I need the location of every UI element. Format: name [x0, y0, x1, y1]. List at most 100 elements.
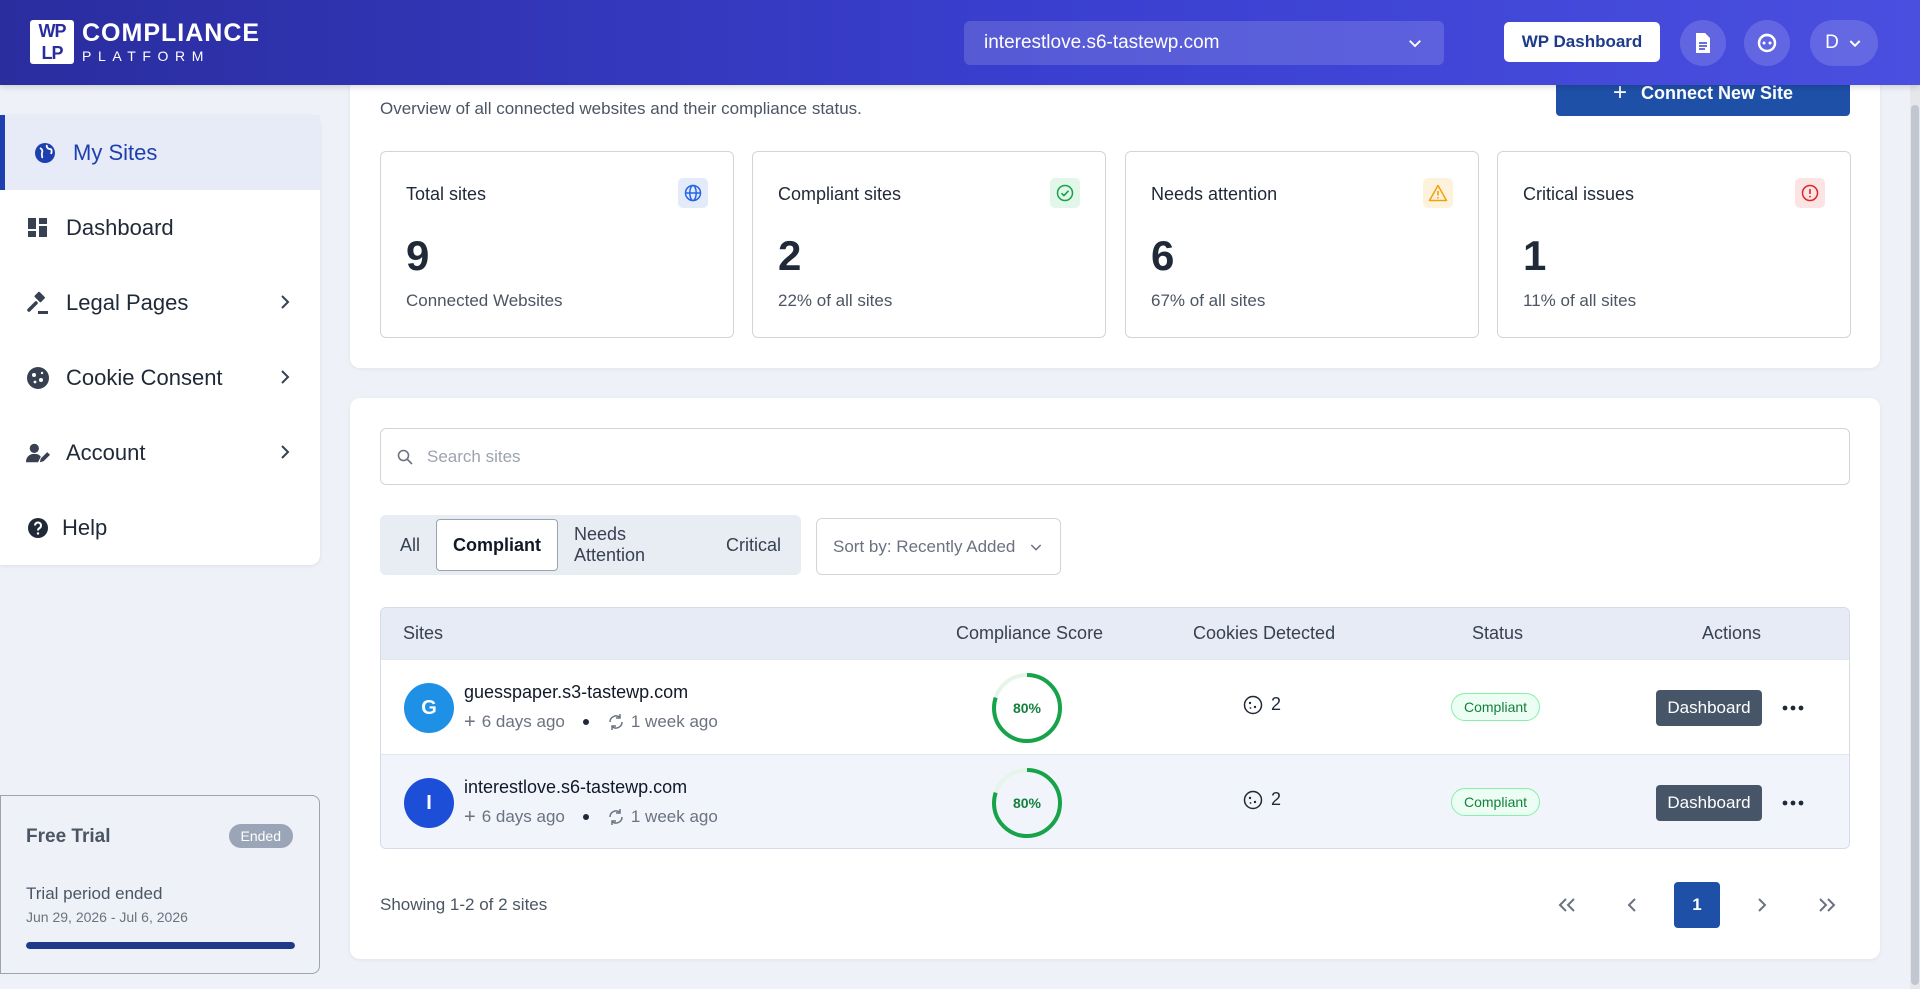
filter-tab-needs-attention[interactable]: Needs Attention	[558, 519, 710, 571]
logo-text: COMPLIANCE PLATFORM	[82, 19, 261, 64]
sidebar-item-cookie-consent[interactable]: Cookie Consent	[0, 340, 320, 415]
sync-icon	[609, 714, 623, 730]
last-page-button[interactable]	[1804, 882, 1850, 928]
more-options-button[interactable]	[1780, 696, 1806, 720]
stat-label: Total sites	[406, 184, 487, 204]
column-header-actions: Actions	[1702, 623, 1762, 643]
stat-label: Compliant sites	[778, 184, 902, 204]
site-synced: 1 week ago	[630, 712, 718, 731]
chevron-down-icon	[1409, 40, 1421, 48]
site-meta: + 6 days ago 1 week ago	[464, 712, 718, 732]
document-icon	[1696, 33, 1710, 53]
logo-mark-top: WP	[38, 21, 67, 41]
stat-value: 9	[406, 232, 430, 279]
search-icon	[397, 449, 413, 465]
sidebar-item-my-sites[interactable]: My Sites	[0, 115, 320, 190]
stat-note: 22% of all sites	[778, 291, 893, 310]
sidebar-item-label: My Sites	[73, 139, 158, 165]
support-icon	[1757, 33, 1777, 53]
pagination-summary: Showing 1-2 of 2 sites	[380, 895, 548, 914]
sidebar-item-account[interactable]: Account	[0, 415, 320, 490]
more-horizontal-icon	[1782, 800, 1804, 806]
score-label: 80%	[1013, 700, 1042, 716]
logo[interactable]: WP LP COMPLIANCE PLATFORM	[30, 20, 260, 64]
next-page-button[interactable]	[1739, 882, 1785, 928]
help-icon	[26, 516, 50, 540]
trial-progress-bar	[26, 942, 295, 949]
site-selector[interactable]: interestlove.s6-tastewp.com	[964, 21, 1444, 65]
stat-value: 6	[1151, 232, 1175, 279]
stat-card-total: Total sites 9 Connected Websites	[380, 151, 734, 338]
more-horizontal-icon	[1782, 705, 1804, 711]
plus-icon: +	[464, 806, 476, 828]
cookie-icon	[26, 366, 50, 390]
site-dashboard-button[interactable]: Dashboard	[1656, 785, 1762, 821]
trial-panel: Free Trial Ended Trial period ended Jun …	[0, 795, 320, 974]
column-header-cookies[interactable]: Cookies Detected	[1193, 623, 1335, 644]
sidebar: My Sites Dashboard Legal Pages Cookie Co…	[0, 115, 320, 565]
first-page-button[interactable]	[1544, 882, 1590, 928]
column-header-score[interactable]: Compliance Score	[956, 623, 1103, 644]
filter-tab-critical[interactable]: Critical	[710, 519, 797, 571]
site-name[interactable]: interestlove.s6-tastewp.com	[464, 777, 687, 798]
sidebar-item-label: Dashboard	[66, 214, 174, 240]
filter-tab-compliant[interactable]: Compliant	[436, 519, 559, 571]
alert-circle-icon	[1795, 178, 1825, 208]
search-input[interactable]	[427, 446, 1727, 467]
page-button-current[interactable]: 1	[1674, 882, 1720, 928]
document-button[interactable]	[1680, 20, 1726, 66]
gavel-icon	[26, 291, 50, 315]
sidebar-item-label: Cookie Consent	[66, 364, 223, 390]
user-menu[interactable]: D	[1810, 20, 1878, 66]
support-button[interactable]	[1744, 20, 1790, 66]
chevrons-left-icon	[1558, 898, 1575, 912]
site-name[interactable]: guesspaper.s3-tastewp.com	[464, 682, 688, 703]
trial-progress-fill	[26, 942, 295, 949]
cookie-count: 2	[1271, 694, 1282, 714]
chevron-down-icon	[1849, 40, 1861, 48]
cookie-icon	[1243, 790, 1263, 809]
site-avatar: I	[404, 778, 454, 828]
trial-dates: Jun 29, 2026 - Jul 6, 2026	[26, 909, 188, 925]
site-synced: 1 week ago	[630, 807, 718, 826]
stat-card-compliant: Compliant sites 2 22% of all sites	[752, 151, 1106, 338]
chevron-right-icon	[281, 445, 290, 459]
sidebar-item-legal-pages[interactable]: Legal Pages	[0, 265, 320, 340]
wp-dashboard-button[interactable]: WP Dashboard	[1504, 22, 1660, 62]
search-box	[380, 428, 1850, 485]
column-header-status[interactable]: Status	[1472, 623, 1523, 644]
filter-tab-all[interactable]: All	[384, 519, 436, 571]
column-header-sites[interactable]: Sites	[403, 623, 443, 644]
sort-select-value: Sort by: Recently Added	[833, 536, 1016, 556]
chevron-right-icon	[1758, 898, 1767, 912]
stat-value: 1	[1523, 232, 1547, 279]
globe-icon	[678, 178, 708, 208]
site-avatar: G	[404, 683, 454, 733]
stat-note: 67% of all sites	[1151, 291, 1266, 310]
status-badge: Compliant	[1451, 788, 1541, 816]
connect-new-site-label: Connect New Site	[1640, 82, 1794, 103]
table-header: Sites Compliance Score Cookies Detected …	[381, 608, 1849, 659]
sync-icon	[609, 809, 623, 825]
score-label: 80%	[1013, 795, 1042, 811]
page-scrollbar[interactable]	[1910, 85, 1920, 989]
status-badge: Compliant	[1451, 693, 1541, 721]
sidebar-item-help[interactable]: Help	[0, 490, 320, 565]
sort-select[interactable]: Sort by: Recently Added	[816, 518, 1061, 575]
more-options-button[interactable]	[1780, 791, 1806, 815]
user-initial: D	[1825, 32, 1839, 53]
globe-icon	[33, 141, 57, 165]
separator-dot	[582, 814, 589, 820]
logo-line2: PLATFORM	[82, 48, 210, 64]
sidebar-item-dashboard[interactable]: Dashboard	[0, 190, 320, 265]
chevron-right-icon	[281, 370, 290, 384]
previous-page-button[interactable]	[1609, 882, 1655, 928]
sites-table: Sites Compliance Score Cookies Detected …	[380, 607, 1850, 849]
logo-line1: COMPLIANCE	[82, 19, 261, 47]
warning-icon	[1423, 178, 1453, 208]
top-bar: WP LP COMPLIANCE PLATFORM interestlove.s…	[0, 0, 1920, 85]
site-dashboard-button[interactable]: Dashboard	[1656, 690, 1762, 726]
scrollbar-thumb[interactable]	[1911, 105, 1919, 985]
logo-mark-bottom: LP	[41, 43, 63, 63]
table-row: I interestlove.s6-tastewp.com + 6 days a…	[381, 754, 1849, 848]
